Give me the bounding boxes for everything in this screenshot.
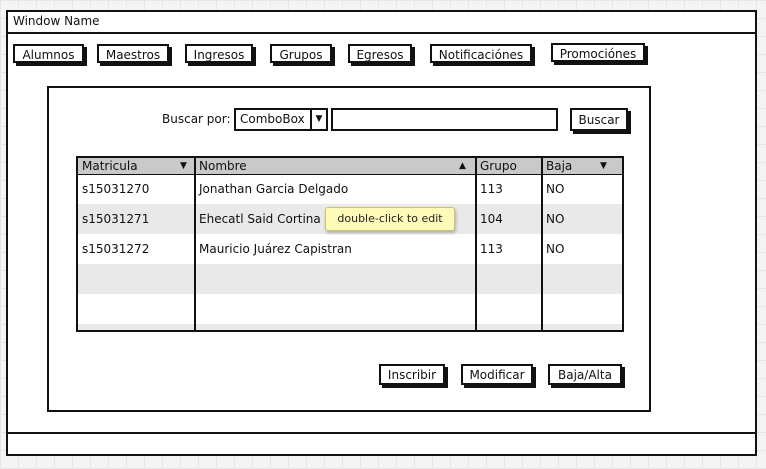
cell-baja: NO <box>546 212 565 226</box>
edit-tooltip: double-click to edit <box>325 207 455 231</box>
nav-alumnos-button[interactable]: Alumnos <box>13 44 84 63</box>
nav-promociones-button[interactable]: Promociónes <box>551 43 645 62</box>
cell-grupo: 113 <box>480 242 503 256</box>
nav-egresos-button[interactable]: Egresos <box>348 44 412 63</box>
search-button[interactable]: Buscar <box>570 108 628 131</box>
status-bar <box>8 432 755 454</box>
column-header-nombre[interactable]: Nombre <box>195 158 476 174</box>
inscribir-button[interactable]: Inscribir <box>379 364 445 385</box>
cell-baja: NO <box>546 182 565 196</box>
search-input[interactable] <box>331 108 558 131</box>
column-divider <box>194 158 196 330</box>
nav-ingresos-button[interactable]: Ingresos <box>185 44 253 63</box>
sort-asc-icon[interactable]: ▲ <box>459 158 466 174</box>
cell-matricula: s15031271 <box>82 212 150 226</box>
sort-desc-icon[interactable]: ▼ <box>600 158 607 174</box>
search-combobox[interactable]: ComboBox ▼ <box>234 108 328 131</box>
nav-notificaciones-button[interactable]: Notificaciónes <box>430 44 532 63</box>
main-panel: Buscar por: ComboBox ▼ Buscar Matricula … <box>47 86 651 412</box>
column-divider <box>541 158 543 330</box>
search-by-label: Buscar por: <box>162 112 231 126</box>
students-table[interactable]: Matricula ▼ Nombre ▲ Grupo Baja ▼ s15031… <box>76 156 624 332</box>
column-header-baja[interactable]: Baja <box>542 158 622 174</box>
cell-grupo: 104 <box>480 212 503 226</box>
sort-desc-icon[interactable]: ▼ <box>180 158 187 174</box>
nav-maestros-button[interactable]: Maestros <box>97 44 169 63</box>
cell-matricula: s15031270 <box>82 182 150 196</box>
cell-nombre: Jonathan Garcia Delgado <box>199 182 349 196</box>
cell-matricula: s15031272 <box>82 242 150 256</box>
app-window: Window Name Alumnos Maestros Ingresos Gr… <box>6 10 757 456</box>
chevron-down-icon[interactable]: ▼ <box>310 110 326 129</box>
column-header-grupo[interactable]: Grupo <box>476 158 542 174</box>
modificar-button[interactable]: Modificar <box>461 364 533 385</box>
column-header-matricula[interactable]: Matricula <box>78 158 195 174</box>
cell-nombre: Mauricio Juárez Capistran <box>199 242 352 256</box>
nav-grupos-button[interactable]: Grupos <box>270 44 332 63</box>
window-title: Window Name <box>8 12 755 34</box>
cell-baja: NO <box>546 242 565 256</box>
column-divider <box>475 158 477 330</box>
combobox-value: ComboBox <box>240 112 305 126</box>
cell-grupo: 113 <box>480 182 503 196</box>
baja-alta-button[interactable]: Baja/Alta <box>548 364 622 385</box>
